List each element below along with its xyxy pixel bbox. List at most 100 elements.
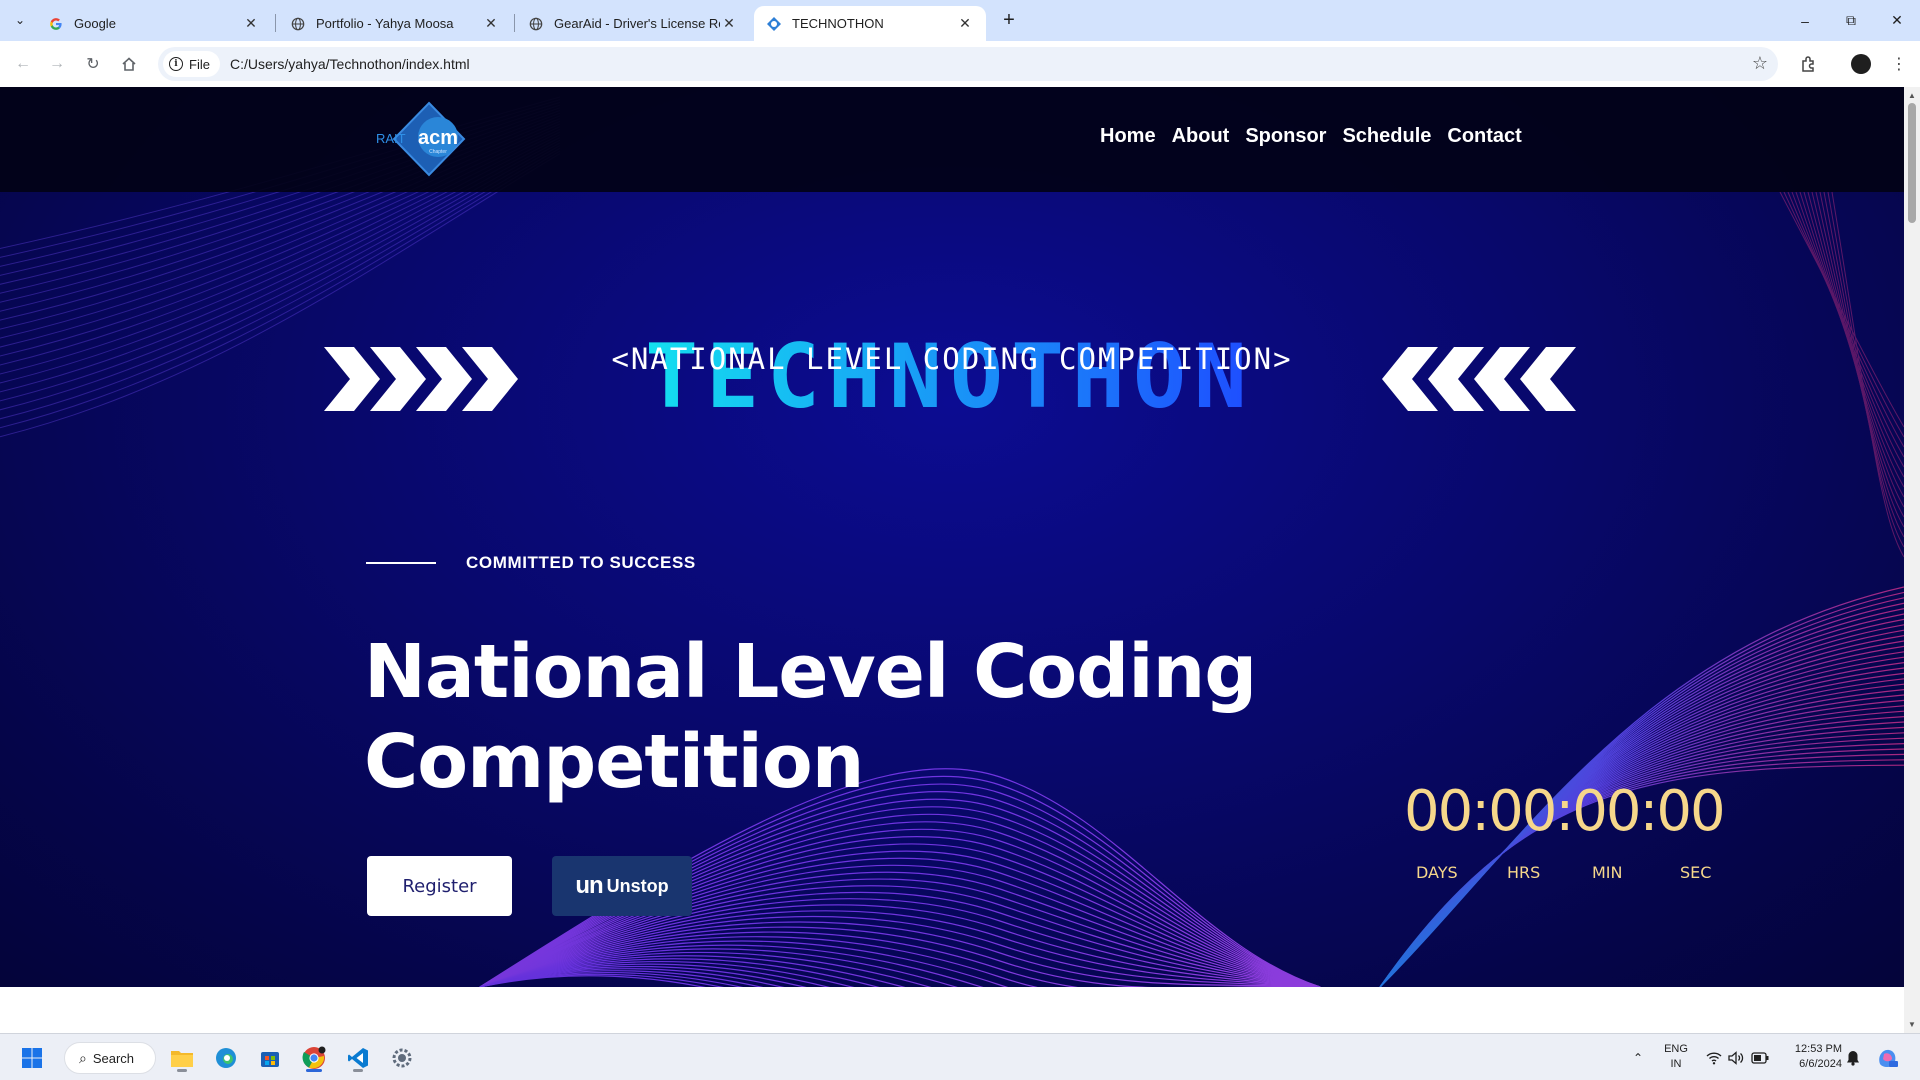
wifi-icon[interactable] bbox=[1704, 1034, 1724, 1080]
running-indicator bbox=[353, 1069, 363, 1072]
countdown-label-hrs: HRS bbox=[1507, 863, 1541, 882]
clock-date: 6/6/2024 bbox=[1799, 1058, 1842, 1070]
language-code: ENG bbox=[1664, 1043, 1688, 1055]
active-indicator bbox=[306, 1069, 322, 1072]
volume-icon[interactable] bbox=[1726, 1034, 1746, 1080]
technothon-title-art: TECHNOTHON bbox=[324, 325, 1576, 417]
headline-line-1: National Level Coding bbox=[364, 629, 1257, 715]
tab-divider bbox=[514, 14, 515, 32]
close-tab-icon[interactable]: ✕ bbox=[242, 15, 260, 33]
logo-acm-text: acm bbox=[418, 127, 458, 149]
countdown-label-sec: SEC bbox=[1680, 863, 1712, 882]
tagline-row: COMMITTED TO SUCCESS bbox=[366, 553, 696, 573]
nav-sponsor[interactable]: Sponsor bbox=[1245, 125, 1326, 148]
tab-divider bbox=[275, 14, 276, 32]
address-bar[interactable]: i File C:/Users/yahya/Technothon/index.h… bbox=[158, 47, 1778, 81]
vscode-icon[interactable] bbox=[342, 1042, 374, 1074]
search-icon: ⌕ bbox=[79, 1049, 87, 1066]
countdown-label-days: DAYS bbox=[1416, 863, 1458, 882]
logo-chapter-text: Chapter bbox=[429, 149, 447, 155]
scroll-down-arrow-icon[interactable]: ▼ bbox=[1908, 1020, 1916, 1029]
nav-about[interactable]: About bbox=[1172, 125, 1230, 148]
scroll-thumb[interactable] bbox=[1908, 103, 1916, 223]
clock-time: 12:53 PM bbox=[1794, 1043, 1842, 1055]
rait-acm-logo[interactable]: acm Chapter RAIT bbox=[374, 101, 484, 177]
notification-bell-icon[interactable] bbox=[1842, 1034, 1864, 1080]
taskbar-search[interactable]: ⌕ Search bbox=[64, 1042, 156, 1074]
site-info-chip[interactable]: i File bbox=[163, 51, 220, 77]
new-tab-plus-icon[interactable]: + bbox=[995, 8, 1023, 32]
copilot-icon[interactable] bbox=[1872, 1034, 1902, 1080]
reload-icon[interactable]: ↻ bbox=[78, 49, 108, 79]
acm-diamond-icon bbox=[766, 16, 782, 32]
wave-line bbox=[1379, 732, 1904, 987]
minimize-icon[interactable]: – bbox=[1782, 0, 1828, 41]
unstop-button[interactable]: un Unstop bbox=[552, 856, 692, 916]
close-tab-icon[interactable]: ✕ bbox=[720, 15, 738, 33]
google-g-icon bbox=[48, 16, 64, 32]
file-explorer-icon[interactable] bbox=[166, 1042, 198, 1074]
tab-title: TECHNOTHON bbox=[792, 16, 884, 31]
tab-title: GearAid - Driver's License Regi bbox=[554, 16, 720, 31]
tray-overflow-chevron-icon[interactable]: ⌃ bbox=[1626, 1034, 1650, 1080]
site-nav: Home About Sponsor Schedule Contact bbox=[1100, 125, 1522, 148]
tab-technothon[interactable]: TECHNOTHON ✕ bbox=[754, 6, 986, 41]
back-arrow-icon[interactable]: ← bbox=[8, 49, 38, 79]
logo-rait-text: RAIT bbox=[376, 131, 406, 146]
tab-title: Portfolio - Yahya Moosa bbox=[316, 16, 454, 31]
profile-avatar-icon[interactable] bbox=[1846, 49, 1876, 79]
tagline: COMMITTED TO SUCCESS bbox=[466, 553, 696, 572]
tab-google[interactable]: Google ✕ bbox=[36, 6, 272, 41]
forward-arrow-icon[interactable]: → bbox=[42, 49, 72, 79]
extensions-puzzle-icon[interactable] bbox=[1794, 49, 1824, 79]
browser-toolbar: ← → ↻ i File C:/Users/yahya/Technothon/i… bbox=[0, 41, 1920, 87]
globe-icon bbox=[290, 16, 306, 32]
close-tab-icon[interactable]: ✕ bbox=[482, 15, 500, 33]
register-button[interactable]: Register bbox=[367, 856, 512, 916]
edge-icon[interactable] bbox=[210, 1042, 242, 1074]
scroll-up-arrow-icon[interactable]: ▲ bbox=[1908, 91, 1916, 100]
globe-icon bbox=[528, 16, 544, 32]
unstop-label: Unstop bbox=[606, 875, 669, 896]
kebab-menu-icon[interactable]: ⋮ bbox=[1884, 49, 1914, 79]
countdown-label-min: MIN bbox=[1592, 863, 1623, 882]
title-banner: TECHNOTHON bbox=[320, 247, 1580, 417]
hero-section: acm Chapter RAIT Home About Sponsor Sche… bbox=[0, 87, 1904, 987]
tab-portfolio[interactable]: Portfolio - Yahya Moosa ✕ bbox=[278, 6, 512, 41]
countdown-timer: 00:00:00:00 bbox=[1404, 779, 1726, 844]
window-close-icon[interactable]: ✕ bbox=[1874, 0, 1920, 41]
info-icon: i bbox=[169, 57, 183, 71]
windows-start-icon[interactable] bbox=[16, 1042, 48, 1074]
site-header: acm Chapter RAIT Home About Sponsor Sche… bbox=[0, 87, 1904, 192]
close-tab-icon[interactable]: ✕ bbox=[956, 15, 974, 33]
nav-contact[interactable]: Contact bbox=[1447, 125, 1521, 148]
nav-schedule[interactable]: Schedule bbox=[1342, 125, 1431, 148]
tab-search-chevron-icon[interactable]: ⌄ bbox=[6, 8, 34, 32]
battery-icon[interactable] bbox=[1748, 1034, 1772, 1080]
site-chip-label: File bbox=[189, 56, 210, 72]
restore-icon[interactable]: ⧉ bbox=[1828, 0, 1874, 41]
unstop-logo-icon: un bbox=[575, 872, 603, 899]
chrome-icon[interactable] bbox=[298, 1042, 330, 1074]
nav-home[interactable]: Home bbox=[1100, 125, 1156, 148]
region-code: IN bbox=[1670, 1058, 1682, 1070]
bookmark-star-icon[interactable]: ☆ bbox=[1752, 53, 1768, 74]
store-icon[interactable] bbox=[254, 1042, 286, 1074]
page-viewport: acm Chapter RAIT Home About Sponsor Sche… bbox=[0, 87, 1904, 1033]
hero-headline: National Level Coding Competition bbox=[364, 627, 1264, 807]
countdown-labels: DAYS HRS MIN SEC bbox=[1400, 863, 1760, 883]
language-indicator[interactable]: ENG IN bbox=[1656, 1042, 1696, 1072]
taskbar-search-label: Search bbox=[92, 1050, 135, 1066]
browser-tab-strip: ⌄ Google ✕ Portfolio - Yahya Moosa ✕ Gea… bbox=[0, 0, 1920, 41]
event-subtitle: <NATIONAL LEVEL CODING COMPETITION> bbox=[611, 342, 1293, 376]
system-clock[interactable]: 12:53 PM 6/6/2024 bbox=[1782, 1042, 1842, 1072]
tagline-rule bbox=[366, 562, 436, 564]
running-indicator bbox=[177, 1069, 187, 1072]
tab-title: Google bbox=[74, 16, 116, 31]
url-text[interactable]: C:/Users/yahya/Technothon/index.html bbox=[230, 56, 470, 72]
settings-icon[interactable] bbox=[386, 1042, 418, 1074]
home-icon[interactable] bbox=[114, 49, 144, 79]
wave-line bbox=[1799, 191, 1904, 478]
page-scrollbar[interactable]: ▲ ▼ bbox=[1904, 87, 1920, 1033]
tab-gearaid[interactable]: GearAid - Driver's License Regi ✕ bbox=[516, 6, 750, 41]
